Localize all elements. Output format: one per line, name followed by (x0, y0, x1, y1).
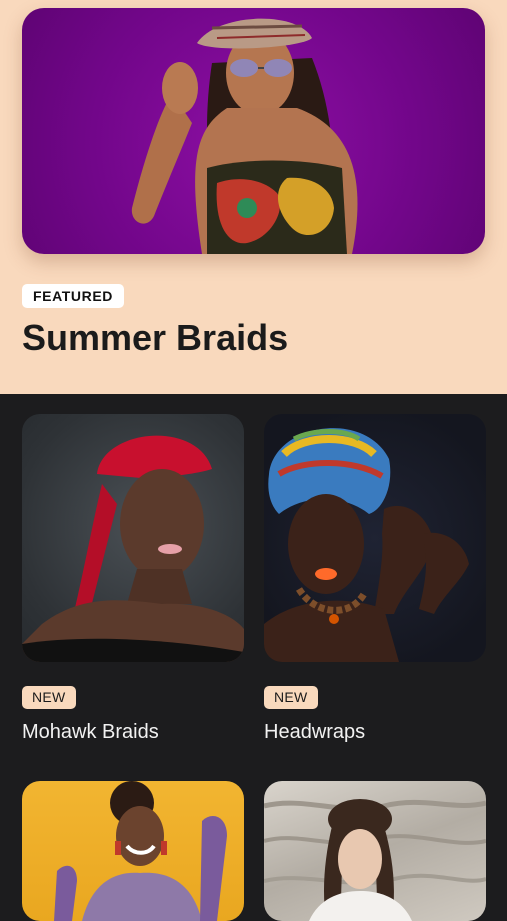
card-title-mohawk-braids[interactable]: Mohawk Braids (22, 720, 159, 744)
mohawk-braids-card[interactable] (22, 414, 244, 662)
mohawk-braids-photo (22, 435, 244, 662)
featured-section: FEATURED Summer Braids (0, 0, 507, 394)
headwraps-card[interactable] (264, 414, 486, 662)
featured-woman-photo (131, 18, 358, 254)
featured-badge: FEATURED (22, 284, 124, 308)
card-title-headwraps[interactable]: Headwraps (264, 720, 365, 744)
featured-title[interactable]: Summer Braids (22, 317, 288, 359)
box-braids-card[interactable] (264, 781, 486, 921)
featured-image-card[interactable] (22, 8, 485, 254)
new-badge: NEW (22, 686, 76, 709)
yellow-background-photo (54, 781, 227, 921)
yellow-braids-card[interactable] (22, 781, 244, 921)
water-background-photo (264, 799, 486, 921)
headwraps-photo (264, 428, 469, 662)
new-badge: NEW (264, 686, 318, 709)
